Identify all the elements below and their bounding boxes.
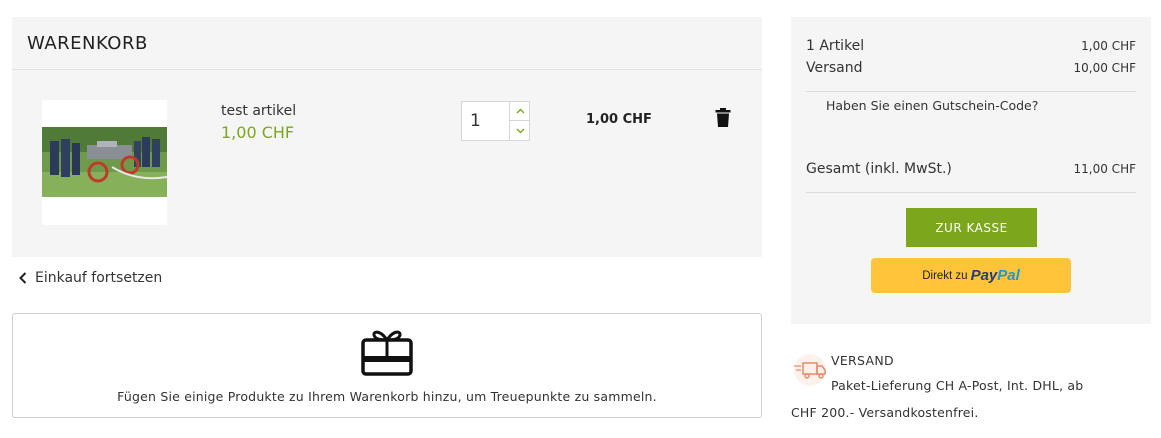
summary-total-row: Gesamt (inkl. MwSt.) 11,00 CHF (806, 161, 1136, 177)
shipping-info-title: VERSAND (831, 353, 894, 368)
loyalty-points-box: Fügen Sie einige Produkte zu Ihrem Waren… (12, 313, 762, 418)
chevron-up-icon (516, 108, 524, 114)
summary-shipping-row: Versand 10,00 CHF (806, 60, 1136, 76)
shipping-info-line1: Paket-Lieferung CH A-Post, Int. DHL, ab (831, 378, 1084, 393)
product-unit-price: 1,00 CHF (221, 123, 295, 142)
product-name[interactable]: test artikel (221, 103, 296, 119)
summary-total-value: 11,00 CHF (1073, 162, 1136, 176)
paypal-logo-part1: Pay (970, 267, 998, 284)
summary-items-value: 1,00 CHF (1081, 39, 1136, 53)
product-photo (42, 127, 167, 197)
summary-items-label: 1 Artikel (806, 38, 865, 54)
shipping-info-line2: CHF 200.- Versandkostenfrei. (791, 405, 979, 420)
summary-total-label: Gesamt (inkl. MwSt.) (806, 161, 952, 177)
cart-summary-panel: 1 Artikel 1,00 CHF Versand 10,00 CHF Hab… (791, 17, 1151, 324)
paypal-logo-part2: Pal (997, 267, 1020, 284)
paypal-logo: PayPal (971, 267, 1020, 284)
quantity-input[interactable] (462, 102, 508, 140)
paypal-prefix: Direkt zu (922, 269, 968, 282)
gift-card-icon (361, 330, 413, 376)
cart-title: WARENKORB (27, 33, 148, 54)
summary-shipping-label: Versand (806, 60, 863, 76)
continue-shopping-label: Einkauf fortsetzen (35, 270, 163, 286)
summary-divider (806, 91, 1136, 92)
continue-shopping-link[interactable]: Einkauf fortsetzen (19, 270, 162, 286)
quantity-decrease-button[interactable] (509, 121, 530, 140)
cart-panel: WARENKORB test artikel 1,00 CHF 1 1,00 C… (12, 17, 762, 257)
summary-divider (806, 192, 1136, 193)
product-image[interactable] (42, 100, 167, 225)
cart-divider (12, 69, 762, 70)
loyalty-message: Fügen Sie einige Produkte zu Ihrem Waren… (117, 389, 657, 404)
chevron-down-icon (516, 128, 524, 133)
trash-icon (715, 108, 731, 127)
summary-items-row: 1 Artikel 1,00 CHF (806, 38, 1136, 54)
voucher-code-link[interactable]: Haben Sie einen Gutschein-Code? (826, 98, 1038, 113)
delivery-truck-icon (794, 354, 826, 386)
checkout-button[interactable]: ZUR KASSE (906, 208, 1037, 247)
quantity-increase-button[interactable] (509, 102, 530, 121)
paypal-button[interactable]: Direkt zu PayPal (871, 258, 1071, 293)
quantity-stepper (461, 101, 530, 141)
chevron-left-icon (19, 272, 27, 284)
remove-item-button[interactable] (715, 108, 731, 131)
line-total: 1,00 CHF (586, 112, 652, 127)
summary-shipping-value: 10,00 CHF (1073, 61, 1136, 75)
